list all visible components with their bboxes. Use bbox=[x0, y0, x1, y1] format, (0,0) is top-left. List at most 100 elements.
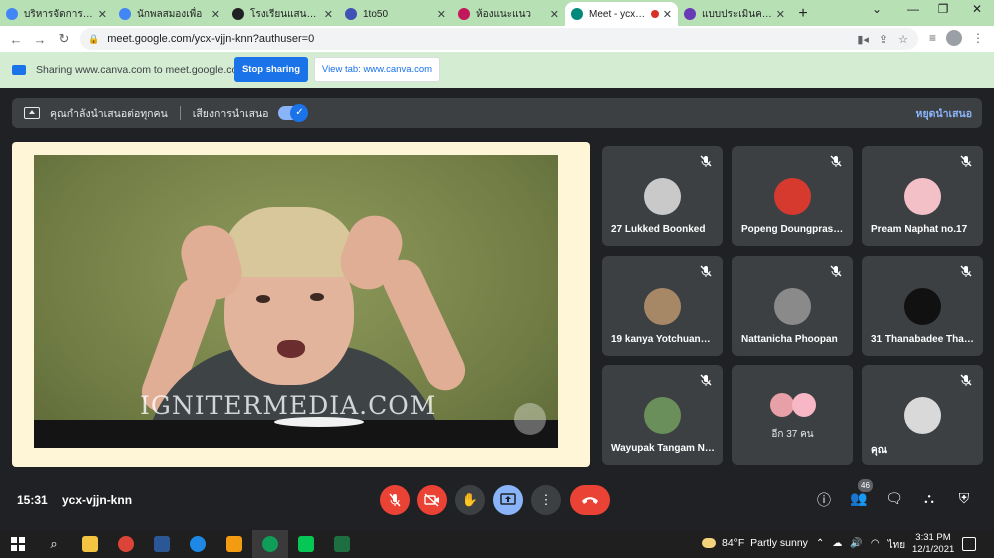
meeting-code: ycx-vjjn-knn bbox=[62, 493, 133, 507]
tab-favicon-icon bbox=[119, 8, 131, 20]
more-options-button[interactable]: ⋮ bbox=[531, 485, 561, 515]
windows-taskbar: ⌕ 84°F Partly sunny ⌃ ☁ 🔊 ◠ ไทย 3:31 PM … bbox=[0, 530, 994, 558]
participant-tile[interactable]: Nattanicha Phoopan bbox=[732, 256, 853, 356]
participant-tile[interactable]: 27 Lukked Boonked bbox=[602, 146, 723, 246]
mic-off-icon bbox=[700, 265, 712, 277]
notification-icon[interactable] bbox=[962, 537, 976, 551]
edge-icon[interactable] bbox=[180, 530, 216, 558]
restore-icon[interactable]: ❐ bbox=[928, 2, 958, 22]
self-tile[interactable]: คุณ bbox=[862, 365, 983, 465]
share-icon[interactable]: ⇪ bbox=[879, 33, 888, 46]
view-tab-button[interactable]: View tab: www.canva.com bbox=[314, 57, 440, 82]
clock-date: 12/1/2021 bbox=[912, 544, 955, 555]
participant-name: คุณ bbox=[871, 445, 887, 456]
participant-tile[interactable]: 31 Thanabadee Thaweesuk bbox=[862, 256, 983, 356]
presentation-audio-toggle[interactable]: ✓ bbox=[278, 104, 309, 122]
raise-hand-button[interactable]: ✋ bbox=[455, 485, 485, 515]
activities-icon[interactable]: ⛬ bbox=[919, 490, 939, 510]
camera-toggle-button[interactable] bbox=[417, 485, 447, 515]
others-avatars bbox=[770, 393, 820, 419]
mic-off-icon bbox=[700, 155, 712, 167]
close-tab-icon[interactable]: ✕ bbox=[663, 8, 672, 21]
browser-tab[interactable]: นักพลสมองเพื่อ ✕ bbox=[113, 2, 226, 26]
leave-call-button[interactable] bbox=[570, 485, 610, 515]
weather-text: Partly sunny bbox=[750, 537, 808, 549]
weather-widget[interactable]: 84°F Partly sunny bbox=[702, 537, 808, 549]
avatar bbox=[644, 288, 681, 325]
profile-avatar[interactable] bbox=[946, 30, 962, 46]
language-indicator[interactable]: ไทย bbox=[888, 538, 905, 553]
people-icon[interactable]: 👥 bbox=[849, 490, 869, 510]
media-control-icon[interactable]: ≡ bbox=[929, 31, 936, 45]
chrome-icon[interactable] bbox=[108, 530, 144, 558]
show-hidden-icons-chevron-icon[interactable]: ⌃ bbox=[816, 538, 824, 553]
back-icon[interactable]: ← bbox=[4, 32, 28, 47]
mic-toggle-button[interactable] bbox=[380, 485, 410, 515]
app-icon[interactable] bbox=[216, 530, 252, 558]
search-icon[interactable]: ⌕ bbox=[36, 530, 72, 558]
stop-presenting-button[interactable]: หยุดนำเสนอ bbox=[916, 105, 972, 122]
browser-tab[interactable]: แบบประเมินครั้งที่ 5 ✕ bbox=[678, 2, 791, 26]
close-tab-icon[interactable]: ✕ bbox=[550, 8, 559, 21]
tab-title: 1to50 bbox=[363, 8, 389, 20]
participant-tile[interactable]: Pream Naphat no.17 bbox=[862, 146, 983, 246]
new-tab-icon[interactable]: + bbox=[791, 2, 815, 26]
browser-tab[interactable]: บริหารจัดการสมอง ✕ bbox=[0, 2, 113, 26]
tab-favicon-icon bbox=[345, 8, 357, 20]
browser-tab-active[interactable]: Meet - ycx-vjjn-knn ✕ bbox=[565, 2, 678, 26]
tab-sharing-banner: Sharing www.canva.com to meet.google.com… bbox=[0, 52, 994, 88]
excel-icon[interactable] bbox=[324, 530, 360, 558]
avatar bbox=[644, 397, 681, 434]
camera-icon[interactable]: ▮◂ bbox=[857, 33, 869, 46]
mic-off-icon bbox=[960, 155, 972, 167]
close-window-icon[interactable]: ✕ bbox=[962, 2, 992, 22]
word-icon[interactable] bbox=[144, 530, 180, 558]
tab-search-chevron-icon[interactable]: ⌄ bbox=[862, 2, 892, 22]
tab-favicon-icon bbox=[458, 8, 470, 20]
forward-icon[interactable]: → bbox=[28, 32, 52, 47]
line-icon[interactable] bbox=[288, 530, 324, 558]
tab-title: บริหารจัดการสมอง bbox=[24, 8, 94, 20]
present-now-button[interactable] bbox=[493, 485, 523, 515]
host-controls-icon[interactable]: ⛨ bbox=[954, 490, 974, 510]
wifi-icon[interactable]: ◠ bbox=[871, 538, 880, 553]
others-tile[interactable]: อีก 37 คน bbox=[732, 365, 853, 465]
taskbar-clock[interactable]: 3:31 PM 12/1/2021 bbox=[912, 532, 954, 556]
close-tab-icon[interactable]: ✕ bbox=[98, 8, 107, 21]
chat-icon[interactable]: 🗨 bbox=[884, 490, 904, 510]
file-explorer-icon[interactable] bbox=[72, 530, 108, 558]
mic-off-icon bbox=[830, 265, 842, 277]
volume-icon[interactable]: 🔊 bbox=[850, 538, 862, 553]
participant-tile[interactable]: 19 kanya Yotchuangchai bbox=[602, 256, 723, 356]
close-tab-icon[interactable]: ✕ bbox=[211, 8, 220, 21]
participant-tile[interactable]: Popeng Doungprasert bbox=[732, 146, 853, 246]
participant-name: Popeng Doungprasert bbox=[741, 224, 845, 235]
chrome-active-icon[interactable] bbox=[252, 530, 288, 558]
onedrive-cloud-icon[interactable]: ☁ bbox=[832, 538, 842, 553]
bookmark-star-icon[interactable]: ☆ bbox=[898, 33, 908, 46]
avatar bbox=[792, 393, 816, 417]
browser-tab[interactable]: โรงเรียนแสนรักเรีย ✕ bbox=[226, 2, 339, 26]
hang-up-icon bbox=[582, 497, 598, 504]
address-bar[interactable]: 🔒 meet.google.com/ycx-vjjn-knn?authuser=… bbox=[80, 28, 918, 50]
menu-dots-icon[interactable]: ⋮ bbox=[972, 31, 984, 45]
temperature: 84°F bbox=[722, 537, 745, 549]
close-tab-icon[interactable]: ✕ bbox=[437, 8, 446, 21]
mic-off-icon bbox=[960, 374, 972, 386]
windows-start-icon[interactable] bbox=[0, 530, 36, 558]
browser-tab[interactable]: ห้องแนะแนว ✕ bbox=[452, 2, 565, 26]
minimize-icon[interactable]: — bbox=[898, 2, 928, 22]
meeting-details-icon[interactable]: ⓘ bbox=[814, 490, 834, 510]
lock-icon: 🔒 bbox=[88, 33, 100, 44]
participant-name: Pream Naphat no.17 bbox=[871, 224, 968, 235]
close-tab-icon[interactable]: ✕ bbox=[776, 8, 785, 21]
avatar bbox=[904, 288, 941, 325]
participant-tile[interactable]: Wayupak Tangam Nok bbox=[602, 365, 723, 465]
browser-tab[interactable]: 1to50 ✕ bbox=[339, 2, 452, 26]
participant-name: 27 Lukked Boonked bbox=[611, 224, 706, 235]
close-tab-icon[interactable]: ✕ bbox=[324, 8, 333, 21]
hand-icon: ✋ bbox=[461, 492, 479, 507]
screen-share-icon bbox=[12, 65, 26, 75]
stop-sharing-button[interactable]: Stop sharing bbox=[234, 57, 308, 82]
reload-icon[interactable]: ↻ bbox=[52, 31, 76, 47]
